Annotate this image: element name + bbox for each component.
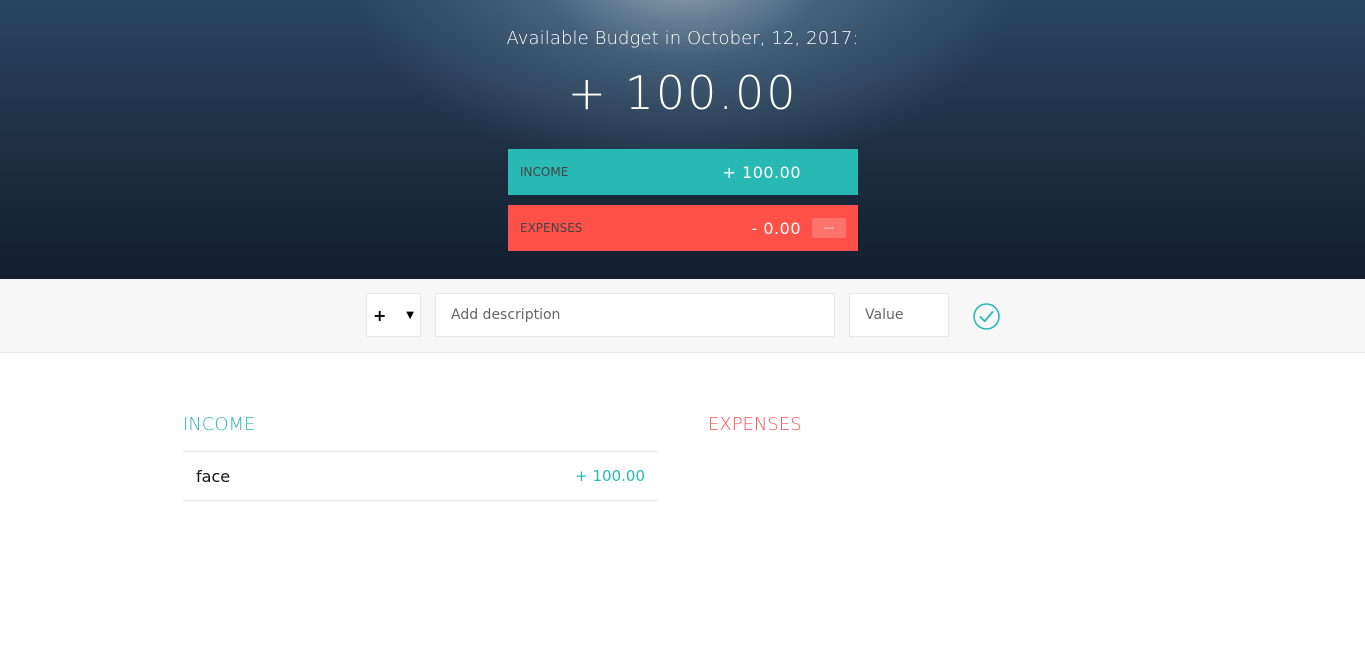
add-item-button[interactable] (972, 302, 1001, 331)
value-input[interactable] (849, 293, 949, 337)
type-select[interactable]: + ▼ (366, 293, 421, 337)
add-item-bar: + ▼ (0, 279, 1365, 353)
income-title: Income (183, 414, 256, 435)
item-description: face (196, 466, 231, 486)
income-summary-label: Income (520, 165, 569, 179)
expenses-column: Expenses (708, 414, 1183, 451)
type-select-value: + (373, 305, 387, 325)
income-column: Income face + 100.00 (183, 414, 658, 501)
expenses-summary-label: Expenses (520, 221, 583, 235)
checkmark-circle-icon (973, 303, 1000, 330)
budget-title: Available Budget in October, 12, 2017: (506, 28, 859, 49)
expenses-summary: Expenses - 0.00 --- (508, 205, 858, 251)
expenses-percentage-badge: --- (812, 218, 846, 238)
budget-header: Available Budget in October, 12, 2017: +… (0, 0, 1365, 279)
budget-value: + 100.00 (567, 66, 798, 120)
chevron-down-icon: ▼ (406, 309, 414, 321)
item-value: + 100.00 (575, 467, 645, 485)
expenses-summary-value: - 0.00 (751, 218, 801, 238)
income-summary-value: + 100.00 (722, 162, 801, 182)
income-summary: Income + 100.00 (508, 149, 858, 195)
income-list: face + 100.00 (183, 451, 658, 501)
description-input[interactable] (435, 293, 835, 337)
expenses-title: Expenses (708, 414, 802, 435)
list-item: face + 100.00 (183, 452, 658, 501)
